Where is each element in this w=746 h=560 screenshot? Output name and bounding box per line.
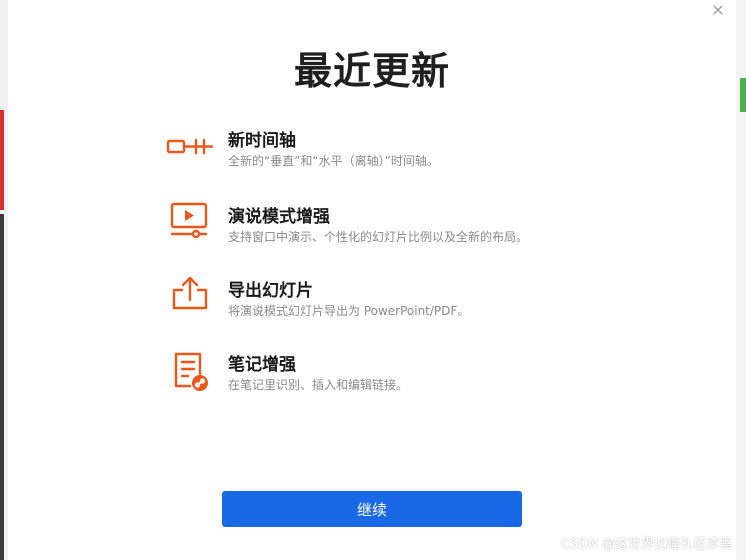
note-link-icon	[166, 348, 214, 396]
whats-new-dialog: × 最近更新 新时间轴 全新的“垂直”和“水平（离轴）”时间轴。 演说模式增强 …	[8, 0, 736, 560]
feature-description: 支持窗口中演示、个性化的幻灯片比例以及全新的布局。	[228, 230, 529, 244]
feature-description: 将演说模式幻灯片导出为 PowerPoint/PDF。	[228, 304, 470, 318]
feature-item: 导出幻灯片 将演说模式幻灯片导出为 PowerPoint/PDF。	[166, 274, 586, 330]
dialog-title: 最近更新	[293, 49, 450, 93]
feature-name: 演说模式增强	[228, 207, 330, 227]
export-icon	[166, 274, 214, 322]
presentation-icon	[166, 200, 214, 248]
feature-item: 新时间轴 全新的“垂直”和“水平（离轴）”时间轴。	[166, 124, 586, 180]
background-strip-green	[740, 78, 746, 112]
background-strip-red	[0, 110, 4, 210]
continue-button[interactable]: 继续	[222, 491, 522, 527]
feature-name: 笔记增强	[228, 355, 296, 375]
csdn-watermark: CSDN @这世界比瞳孔还漆黑	[560, 537, 732, 552]
background-app-left	[0, 0, 8, 560]
feature-item: 演说模式增强 支持窗口中演示、个性化的幻灯片比例以及全新的布局。	[166, 200, 586, 256]
background-strip-dark	[0, 214, 4, 560]
feature-name: 导出幻灯片	[228, 281, 313, 301]
timeline-icon	[166, 124, 214, 172]
close-button[interactable]: ×	[710, 2, 726, 18]
feature-description: 全新的“垂直”和“水平（离轴）”时间轴。	[228, 154, 439, 168]
feature-description: 在笔记里识别、插入和编辑链接。	[228, 378, 409, 392]
feature-item: 笔记增强 在笔记里识别、插入和编辑链接。	[166, 348, 586, 404]
feature-name: 新时间轴	[228, 131, 296, 151]
close-icon: ×	[711, 0, 725, 19]
background-app-right	[736, 0, 746, 560]
